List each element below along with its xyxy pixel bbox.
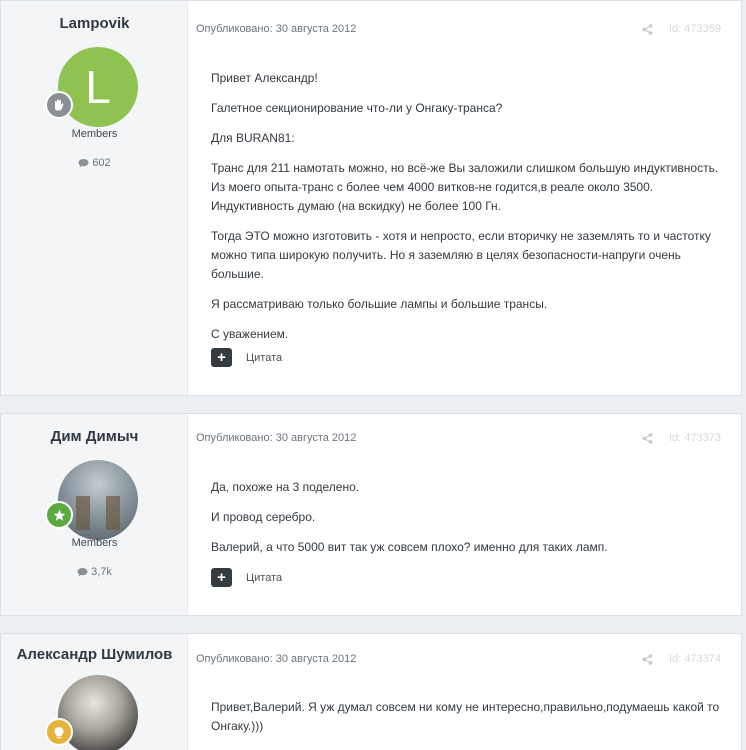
post-content: Привет,Валерий. Я уж думал совсем ни ком… xyxy=(211,698,723,747)
share-icon[interactable] xyxy=(642,652,653,670)
author-panel: Lampovik L Members 602 xyxy=(1,1,188,395)
post-count-value: 3,7k xyxy=(91,566,112,578)
published-date[interactable]: Опубликовано: 30 августа 2012 xyxy=(196,23,356,35)
hand-icon xyxy=(45,91,73,119)
author-panel: Александр Шумилов xyxy=(1,634,188,750)
quote-button[interactable]: Цитата xyxy=(246,352,282,364)
lightbulb-icon xyxy=(45,718,73,746)
author-name[interactable]: Александр Шумилов xyxy=(1,646,188,663)
paragraph: Я рассматриваю только большие лампы и бо… xyxy=(211,297,548,311)
paragraph: И провод серебро. xyxy=(211,510,316,524)
published-date[interactable]: Опубликовано: 30 августа 2012 xyxy=(196,432,356,444)
quote-row: + Цитата xyxy=(211,568,282,587)
paragraph: Валерий, а что 5000 вит так уж совсем пл… xyxy=(211,540,608,554)
post-count-value: 602 xyxy=(92,157,111,169)
member-group: Members xyxy=(71,128,118,140)
author-panel: Дим Димыч Members 3,7k xyxy=(1,414,188,615)
paragraph: Галетное секционирование что-ли у Онгаку… xyxy=(211,101,503,115)
paragraph: Для BURAN81: xyxy=(211,131,295,145)
post-473374: Александр Шумилов Опубликовано: 30 авгус… xyxy=(0,633,742,750)
post-count: 3,7k xyxy=(1,566,188,578)
post-content: Привет Александр! Галетное секционирован… xyxy=(211,69,723,355)
comment-icon xyxy=(78,159,89,168)
author-name[interactable]: Lampovik xyxy=(1,15,188,32)
paragraph: Привет,Валерий. Я уж думал совсем ни ком… xyxy=(211,700,720,733)
avatar[interactable] xyxy=(58,460,138,540)
post-473359: Lampovik L Members 602 Опубликовано: 30 … xyxy=(0,0,742,396)
comment-icon xyxy=(77,568,88,577)
post-473373: Дим Димыч Members 3,7k Опубликовано: 30 … xyxy=(0,413,742,616)
paragraph: Да, похоже на 3 поделено. xyxy=(211,480,360,494)
paragraph: Транс для 211 намотать можно, но всё-же … xyxy=(211,161,719,213)
post-id: Id: 473374 xyxy=(669,653,721,665)
avatar[interactable]: L xyxy=(58,47,138,127)
share-icon[interactable] xyxy=(642,22,653,40)
author-name[interactable]: Дим Димыч xyxy=(1,428,188,445)
post-id: Id: 473373 xyxy=(669,432,721,444)
paragraph: Тогда ЭТО можно изготовить - хотя и непр… xyxy=(211,229,711,281)
post-id: Id: 473359 xyxy=(669,23,721,35)
paragraph: С уважением. xyxy=(211,327,289,341)
post-content: Да, похоже на 3 поделено. И провод сереб… xyxy=(211,478,723,568)
plus-icon[interactable]: + xyxy=(211,568,232,587)
quote-button[interactable]: Цитата xyxy=(246,572,282,584)
paragraph: Привет Александр! xyxy=(211,71,318,85)
star-icon xyxy=(45,501,73,529)
post-count: 602 xyxy=(1,157,188,169)
share-icon[interactable] xyxy=(642,431,653,449)
member-group: Members xyxy=(71,537,118,549)
published-date[interactable]: Опубликовано: 30 августа 2012 xyxy=(196,653,356,665)
quote-row: + Цитата xyxy=(211,348,282,367)
plus-icon[interactable]: + xyxy=(211,348,232,367)
